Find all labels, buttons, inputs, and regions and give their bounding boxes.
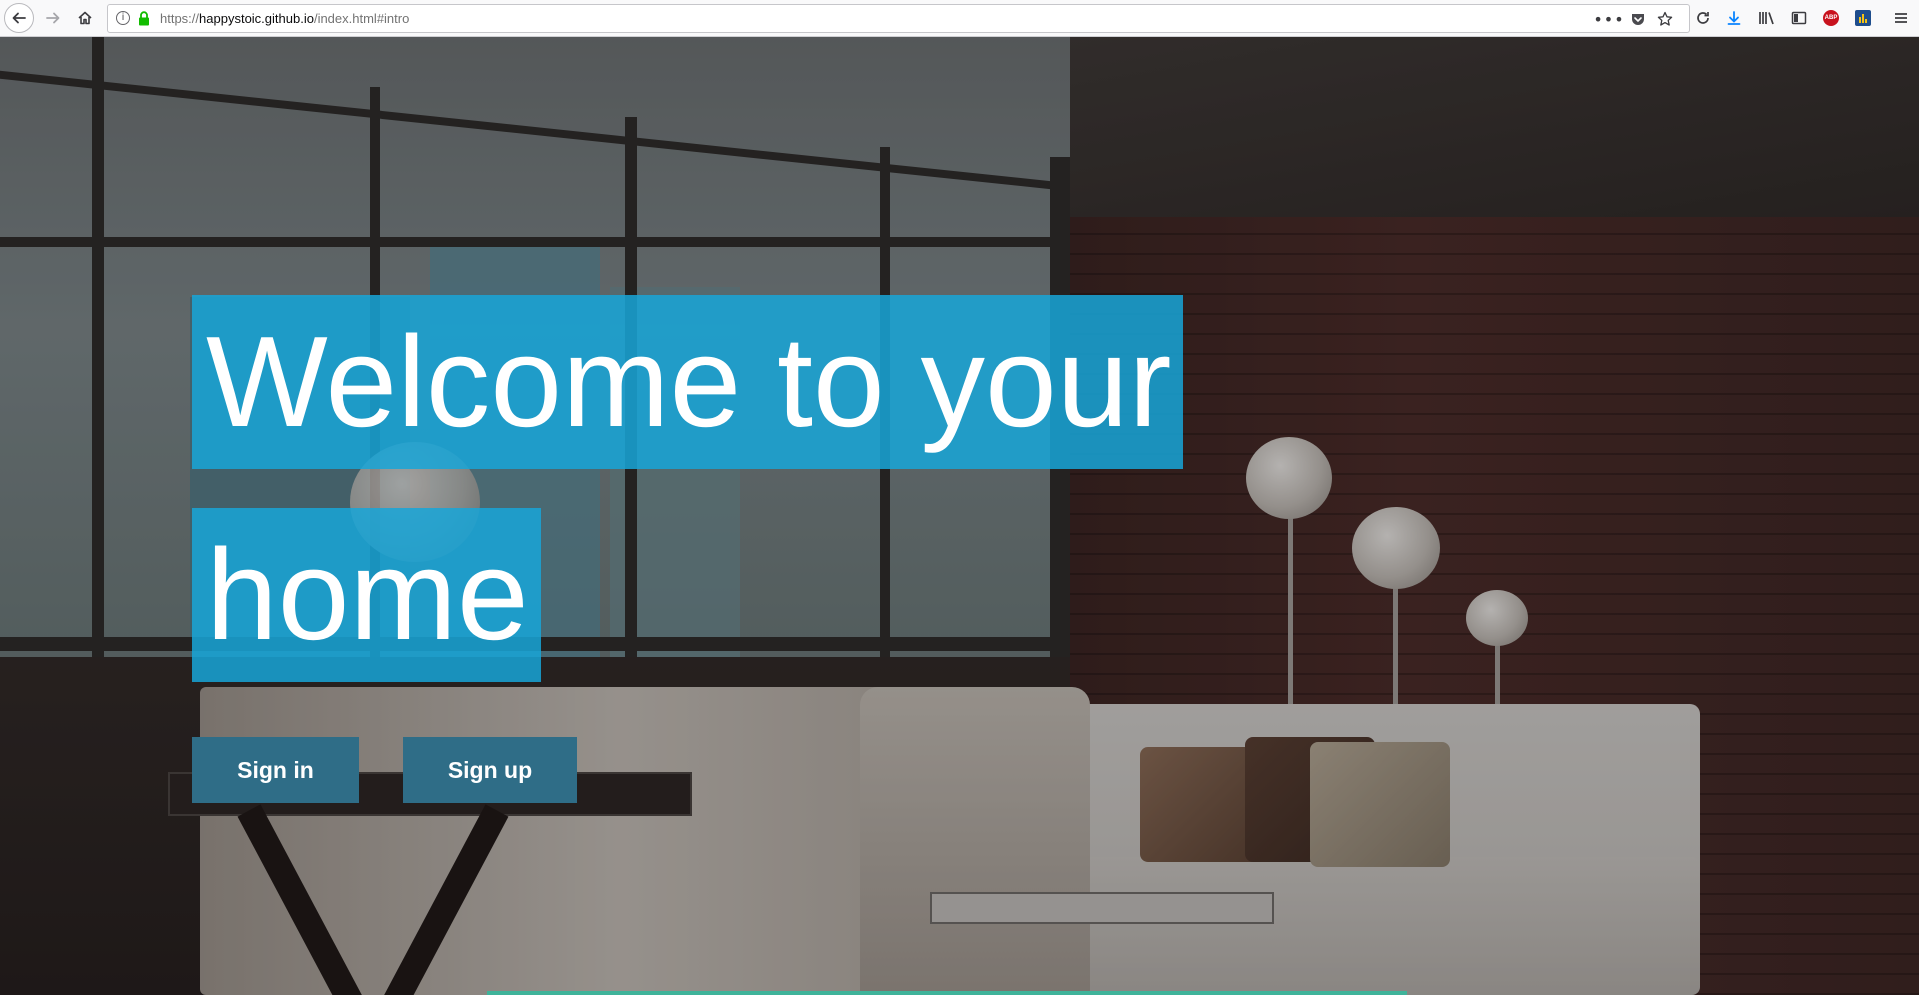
url-host: happystoic.github.io <box>199 11 314 26</box>
lock-icon[interactable] <box>138 11 150 26</box>
info-icon[interactable]: i <box>116 11 130 25</box>
library-icon[interactable] <box>1754 5 1780 31</box>
back-arrow-icon[interactable] <box>4 3 34 33</box>
sign-up-button[interactable]: Sign up <box>403 737 577 803</box>
adblock-label: ABP <box>1823 10 1839 26</box>
url-path: /index.html#intro <box>313 11 410 26</box>
hero-headline: Welcome to your home <box>192 282 1292 695</box>
hero-section: Welcome to your home Sign in Sign up <box>0 37 1919 995</box>
extension-icon[interactable] <box>1850 5 1876 31</box>
hamburger-menu-icon[interactable] <box>1888 5 1914 31</box>
url-bar[interactable]: i https://happystoic.github.io/index.htm… <box>107 4 1690 33</box>
bookmark-star-icon[interactable] <box>1653 7 1677 31</box>
url-scheme: https:// <box>160 11 200 26</box>
home-icon[interactable] <box>72 5 98 31</box>
browser-toolbar: i https://happystoic.github.io/index.htm… <box>0 0 1919 37</box>
url-text[interactable]: https://happystoic.github.io/index.html#… <box>160 11 409 26</box>
more-actions-icon[interactable]: ••• <box>1593 7 1623 31</box>
accent-bar <box>487 991 1407 995</box>
reload-icon[interactable] <box>1690 5 1716 31</box>
forward-arrow-icon[interactable] <box>40 5 66 31</box>
adblock-plus-icon[interactable]: ABP <box>1818 5 1844 31</box>
pocket-icon[interactable] <box>1626 7 1650 31</box>
sidebar-icon[interactable] <box>1786 5 1812 31</box>
download-icon[interactable] <box>1721 5 1747 31</box>
headline-line-1: Welcome to your <box>192 295 1184 469</box>
sign-in-button[interactable]: Sign in <box>192 737 359 803</box>
headline-line-2: home <box>192 508 541 682</box>
